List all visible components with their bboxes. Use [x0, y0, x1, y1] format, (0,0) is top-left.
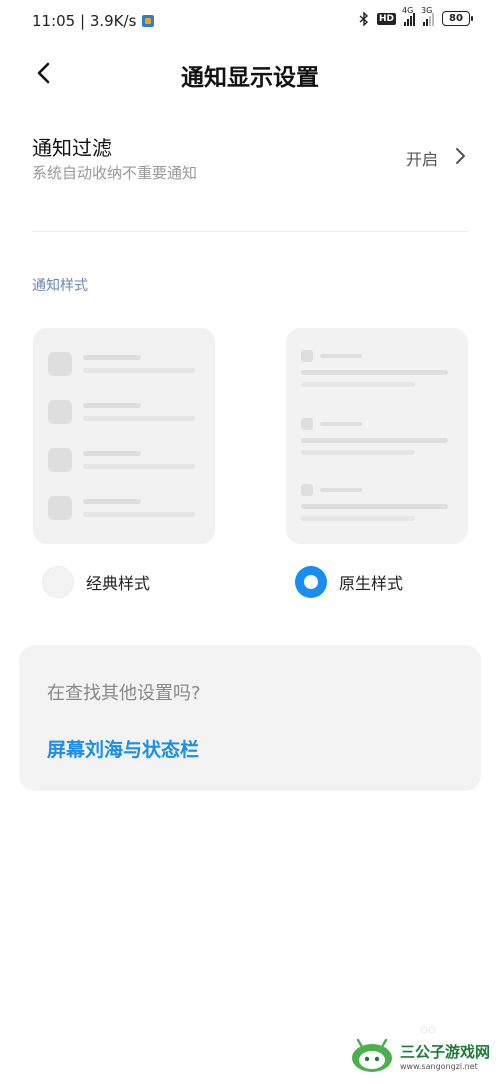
divider [32, 231, 468, 232]
top-bar: 通知显示设置 [0, 44, 500, 104]
filter-subtitle: 系统自动收纳不重要通知 [32, 164, 198, 182]
other-settings-card: 在查找其他设置吗? 屏幕刘海与状态栏 [19, 645, 481, 791]
faint-decoration-icon [420, 1026, 436, 1034]
filter-value: 开启 [405, 150, 438, 169]
app-notification-icon [142, 15, 155, 27]
status-time-speed: 11:05 | 3.9K/s [32, 12, 137, 30]
classic-style-radio[interactable] [42, 566, 74, 598]
hd-badge: HD [376, 12, 396, 25]
battery-icon: 80 [442, 11, 473, 26]
notch-status-bar-link[interactable]: 屏幕刘海与状态栏 [47, 735, 199, 762]
native-style-option[interactable]: 原生样式 [295, 564, 403, 600]
classic-style-option[interactable]: 经典样式 [42, 564, 150, 600]
watermark-logo-icon [351, 1038, 392, 1072]
page-title: 通知显示设置 [181, 65, 319, 91]
notification-filter-row[interactable]: 通知过滤 系统自动收纳不重要通知 开启 [32, 128, 468, 188]
signal-4g-icon: 4G [402, 6, 415, 26]
status-bar: 11:05 | 3.9K/s HD 4G 3G 80 [0, 0, 500, 44]
signal-3g-icon: 3G [421, 6, 434, 26]
watermark: 三公子游戏网 www.sangongzi.net [350, 1038, 490, 1074]
classic-style-label: 经典样式 [86, 574, 151, 593]
other-settings-question: 在查找其他设置吗? [47, 683, 201, 704]
watermark-url: www.sangongzi.net [399, 1062, 478, 1071]
native-style-preview[interactable] [286, 328, 468, 544]
classic-style-preview[interactable] [33, 328, 215, 544]
section-label-notification-style: 通知样式 [32, 278, 88, 294]
bluetooth-icon [359, 11, 369, 26]
native-style-label: 原生样式 [339, 574, 404, 593]
native-style-radio[interactable] [295, 566, 327, 598]
watermark-name: 三公子游戏网 [399, 1043, 490, 1061]
chevron-right-icon [456, 148, 465, 164]
filter-title: 通知过滤 [32, 136, 112, 160]
